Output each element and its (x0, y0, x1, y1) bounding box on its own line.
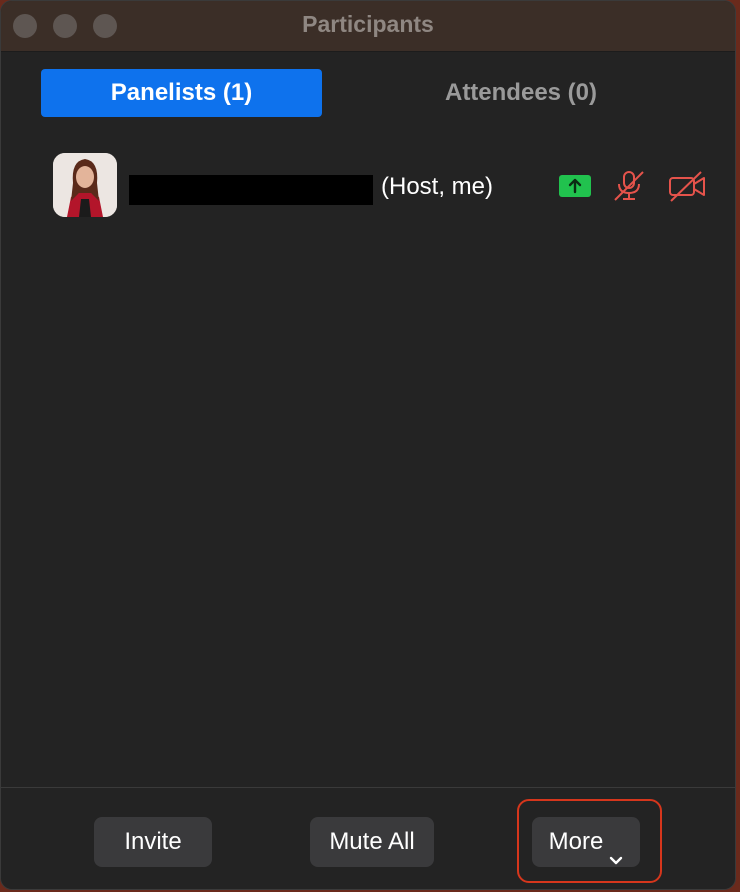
mute-all-button[interactable]: Mute All (310, 817, 434, 867)
participant-row[interactable]: (Host, me) (51, 153, 711, 219)
participant-role: (Host, me) (381, 173, 494, 200)
invite-button[interactable]: Invite (94, 817, 212, 867)
participants-window: Participants Panelists (1) Attendees (0)… (0, 0, 736, 890)
share-screen-icon (559, 175, 591, 197)
video-off-icon[interactable] (667, 169, 707, 203)
mic-muted-icon[interactable] (611, 169, 647, 203)
avatar (53, 153, 117, 217)
tab-panelists[interactable]: Panelists (1) (41, 69, 322, 117)
more-button-label: More (548, 828, 604, 855)
chevron-down-icon (609, 834, 623, 864)
title-bar: Participants (1, 1, 735, 52)
participant-tabs: Panelists (1) Attendees (0) (41, 69, 681, 117)
window-title: Participants (302, 11, 434, 37)
redacted-name (129, 175, 373, 205)
more-button[interactable]: More (532, 817, 640, 867)
footer-toolbar: Invite Mute All More (1, 787, 735, 889)
tab-attendees[interactable]: Attendees (0) (371, 69, 671, 117)
